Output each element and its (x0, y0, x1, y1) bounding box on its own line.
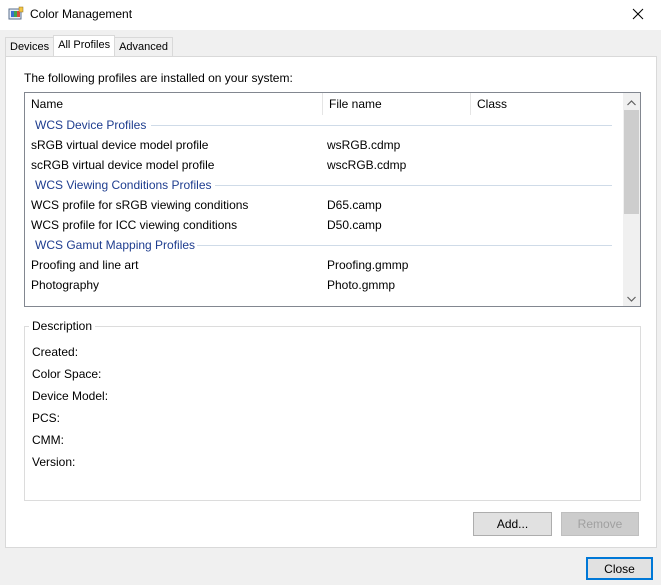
group-title: WCS Device Profiles (35, 118, 147, 132)
profile-file: D50.camp (327, 218, 382, 232)
list-item[interactable]: Photography Photo.gmmp (25, 275, 622, 295)
group-header-wcs-gamut-mapping-profiles[interactable]: WCS Gamut Mapping Profiles (25, 235, 622, 255)
profile-name: WCS profile for sRGB viewing conditions (31, 198, 249, 212)
list-item[interactable]: WCS profile for sRGB viewing conditions … (25, 195, 622, 215)
profile-class (471, 195, 622, 215)
profile-class (471, 135, 622, 155)
tab-advanced[interactable]: Advanced (114, 37, 174, 56)
list-item[interactable]: WCS profile for ICC viewing conditions D… (25, 215, 622, 235)
add-button[interactable]: Add... (473, 512, 552, 536)
intro-text: The following profiles are installed on … (24, 71, 293, 85)
column-header-class[interactable]: Class (471, 93, 622, 115)
group-divider (215, 185, 612, 186)
scroll-down-button[interactable] (623, 289, 640, 306)
scrollbar-thumb[interactable] (624, 110, 639, 214)
profile-class (471, 275, 622, 295)
profile-file: Photo.gmmp (327, 278, 396, 292)
profile-name: Photography (31, 278, 100, 292)
profile-file: D65.camp (327, 198, 382, 212)
list-item[interactable]: sRGB virtual device model profile wsRGB.… (25, 135, 622, 155)
close-icon (632, 8, 644, 23)
cmm-label: CMM: (32, 433, 64, 447)
profile-class (471, 255, 622, 275)
profile-file: wscRGB.cdmp (327, 158, 407, 172)
tab-panel: The following profiles are installed on … (5, 56, 657, 548)
tab-all-profiles[interactable]: All Profiles (53, 35, 116, 56)
color-space-label: Color Space: (32, 367, 102, 381)
profile-name: WCS profile for ICC viewing conditions (31, 218, 238, 232)
profile-name: scRGB virtual device model profile (31, 158, 215, 172)
column-header-name[interactable]: Name (25, 93, 323, 115)
close-button[interactable]: Close (586, 557, 653, 580)
vertical-scrollbar[interactable] (623, 93, 640, 306)
group-divider (197, 245, 612, 246)
list-item[interactable]: scRGB virtual device model profile wscRG… (25, 155, 622, 175)
window-close-button[interactable] (615, 0, 661, 30)
remove-button[interactable]: Remove (561, 512, 639, 536)
list-body: WCS Device Profiles sRGB virtual device … (25, 115, 622, 295)
window-title: Color Management (30, 7, 133, 21)
group-header-wcs-device-profiles[interactable]: WCS Device Profiles (25, 115, 622, 135)
tab-strip: Devices All Profiles Advanced (5, 35, 174, 56)
version-label: Version: (32, 455, 76, 469)
description-legend: Description (29, 319, 96, 333)
list-item[interactable]: Proofing and line art Proofing.gmmp (25, 255, 622, 275)
column-header-file-name[interactable]: File name (323, 93, 471, 115)
tab-devices[interactable]: Devices (5, 37, 55, 56)
list-header: Name File name Class (25, 93, 622, 115)
created-label: Created: (32, 345, 79, 359)
group-header-wcs-viewing-conditions-profiles[interactable]: WCS Viewing Conditions Profiles (25, 175, 622, 195)
group-title: WCS Gamut Mapping Profiles (35, 238, 196, 252)
profile-class (471, 215, 622, 235)
device-model-label: Device Model: (32, 389, 109, 403)
title-bar: Color Management (0, 0, 661, 30)
chevron-down-icon (627, 291, 636, 305)
color-management-icon (8, 6, 24, 22)
chevron-up-icon (627, 95, 636, 109)
profile-file: Proofing.gmmp (327, 258, 409, 272)
profile-name: Proofing and line art (31, 258, 139, 272)
group-divider (151, 125, 612, 126)
group-title: WCS Viewing Conditions Profiles (35, 178, 212, 192)
profile-class (471, 155, 622, 175)
profiles-list[interactable]: Name File name Class WCS Device Profiles… (24, 92, 641, 307)
description-groupbox: Description Created: Color Space: Device… (24, 319, 641, 501)
pcs-label: PCS: (32, 411, 61, 425)
profile-name: sRGB virtual device model profile (31, 138, 209, 152)
profile-file: wsRGB.cdmp (327, 138, 401, 152)
scroll-up-button[interactable] (623, 93, 640, 110)
